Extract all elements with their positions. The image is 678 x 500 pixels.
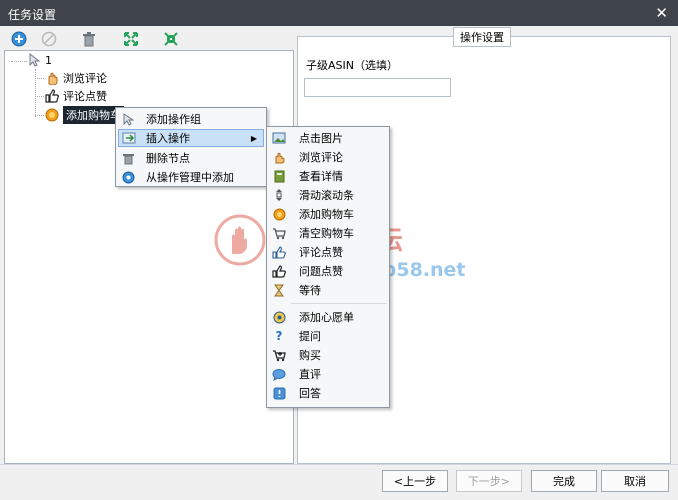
submenu-item-click-image[interactable]: 点击图片 — [269, 129, 387, 147]
menu-item-label: 问题点赞 — [299, 265, 343, 278]
cancel-button[interactable]: 取消 — [601, 470, 669, 492]
image-icon — [272, 131, 286, 145]
menu-item-insert-operation[interactable]: 插入操作 ▶ — [118, 129, 264, 147]
scroll-icon — [272, 188, 286, 202]
hand-icon — [272, 150, 286, 164]
submenu-item-like-question[interactable]: 问题点赞 — [269, 262, 387, 280]
chat-bubble-icon — [272, 367, 286, 381]
menu-item-label: 添加操作组 — [146, 113, 201, 126]
menu-item-add-operation-group[interactable]: 添加操作组 — [118, 110, 264, 128]
menu-item-label: 添加购物车 — [299, 208, 354, 221]
pointer-icon — [121, 112, 135, 126]
buy-cart-icon — [272, 348, 286, 362]
tree-item-label: 浏览评论 — [63, 72, 107, 85]
menu-item-label: 滑动滚动条 — [299, 189, 354, 202]
tree-item-add-to-cart[interactable]: 添加购物车 — [45, 106, 124, 124]
submenu-item-add-to-cart[interactable]: 添加购物车 — [269, 205, 387, 223]
menu-item-label: 提问 — [299, 330, 321, 343]
submenu-item-scroll-bar[interactable]: 滑动滚动条 — [269, 186, 387, 204]
menu-item-label: 从操作管理中添加 — [146, 171, 234, 184]
submenu-item-answer[interactable]: 回答 — [269, 384, 387, 402]
window-title: 任务设置 — [8, 8, 57, 22]
disable-button[interactable] — [40, 30, 58, 48]
question-icon: ? — [275, 329, 283, 343]
empty-cart-icon — [272, 226, 286, 240]
title-bar: 任务设置 ✕ — [0, 0, 678, 26]
menu-item-label: 回答 — [299, 387, 321, 400]
trash-icon — [83, 32, 95, 47]
tree-item-browse-reviews[interactable]: 浏览评论 — [45, 70, 107, 86]
next-step-button[interactable]: 下一步> — [456, 470, 522, 492]
thumbs-up-icon — [45, 89, 59, 103]
finish-button[interactable]: 完成 — [531, 470, 597, 492]
menu-item-label: 等待 — [299, 284, 321, 297]
hourglass-icon — [272, 283, 286, 297]
submenu-arrow-icon: ▶ — [250, 133, 257, 143]
collapse-icon — [164, 32, 178, 46]
add-button[interactable] — [10, 30, 28, 48]
context-menu: 添加操作组 插入操作 ▶ 删除节点 从操作管理中添加 — [115, 107, 267, 187]
menu-item-label: 插入操作 — [146, 132, 190, 145]
thumbs-up-icon — [272, 245, 286, 259]
child-asin-input[interactable] — [304, 78, 451, 97]
expand-icon — [124, 32, 138, 46]
menu-item-label: 评论点赞 — [299, 246, 343, 259]
menu-item-label: 直评 — [299, 368, 321, 381]
menu-item-label: 删除节点 — [146, 152, 190, 165]
submenu-item-add-wishlist[interactable]: 添加心愿单 — [269, 308, 387, 326]
answer-icon — [272, 386, 286, 400]
manager-icon — [121, 170, 135, 184]
collapse-all-button[interactable] — [162, 30, 180, 48]
hand-icon — [48, 72, 58, 85]
tree-connector — [35, 69, 36, 117]
disable-icon — [41, 31, 57, 47]
tree-connector — [35, 96, 44, 97]
wishlist-icon — [272, 310, 286, 324]
tree-item-like-review[interactable]: 评论点赞 — [45, 88, 107, 104]
prev-step-button[interactable]: <上一步 — [382, 470, 448, 492]
menu-item-label: 购买 — [299, 349, 321, 362]
add-icon — [11, 31, 27, 47]
dialog-footer: <上一步 下一步> 完成 取消 — [0, 464, 678, 500]
menu-item-label: 清空购物车 — [299, 227, 354, 240]
tree-connector — [35, 78, 44, 79]
submenu-item-direct-review[interactable]: 直评 — [269, 365, 387, 383]
menu-item-delete-node[interactable]: 删除节点 — [118, 149, 264, 167]
menu-item-label: 浏览评论 — [299, 151, 343, 164]
child-asin-label: 子级ASIN（选填） — [306, 59, 398, 72]
submenu-item-wait[interactable]: 等待 — [269, 281, 387, 299]
thumbs-up-icon — [272, 264, 286, 278]
menu-item-label: 添加心愿单 — [299, 311, 354, 324]
submenu-item-ask-question[interactable]: ? 提问 — [269, 327, 387, 345]
book-icon — [272, 169, 286, 183]
submenu-item-clear-cart[interactable]: 清空购物车 — [269, 224, 387, 242]
tree-root-label: 1 — [45, 53, 52, 67]
cart-icon — [272, 207, 286, 221]
menu-item-label: 点击图片 — [299, 132, 343, 145]
submenu-item-buy[interactable]: 购买 — [269, 346, 387, 364]
tree-connector — [35, 115, 44, 116]
submenu-item-browse-reviews[interactable]: 浏览评论 — [269, 148, 387, 166]
menu-item-add-from-manager[interactable]: 从操作管理中添加 — [118, 168, 264, 186]
menu-item-label: 查看详情 — [299, 170, 343, 183]
delete-button[interactable] — [80, 30, 98, 48]
cart-icon — [45, 108, 59, 122]
submenu-item-view-details[interactable]: 查看详情 — [269, 167, 387, 185]
close-button[interactable]: ✕ — [655, 4, 668, 22]
tree-item-label: 评论点赞 — [63, 90, 107, 103]
pointer-icon — [29, 53, 41, 67]
expand-all-button[interactable] — [122, 30, 140, 48]
trash-icon — [121, 151, 135, 165]
menu-separator — [291, 303, 387, 304]
tree-connector — [11, 61, 27, 62]
toolbar — [4, 28, 292, 50]
submenu-item-like-review[interactable]: 评论点赞 — [269, 243, 387, 261]
insert-operation-submenu: 点击图片 浏览评论 查看详情 滑动滚动条 添加购物车 清空购物车 评论点赞 问题… — [266, 126, 390, 408]
tree-root[interactable]: 1 — [27, 53, 52, 67]
settings-group-title: 操作设置 — [453, 27, 511, 47]
insert-icon — [122, 131, 136, 145]
